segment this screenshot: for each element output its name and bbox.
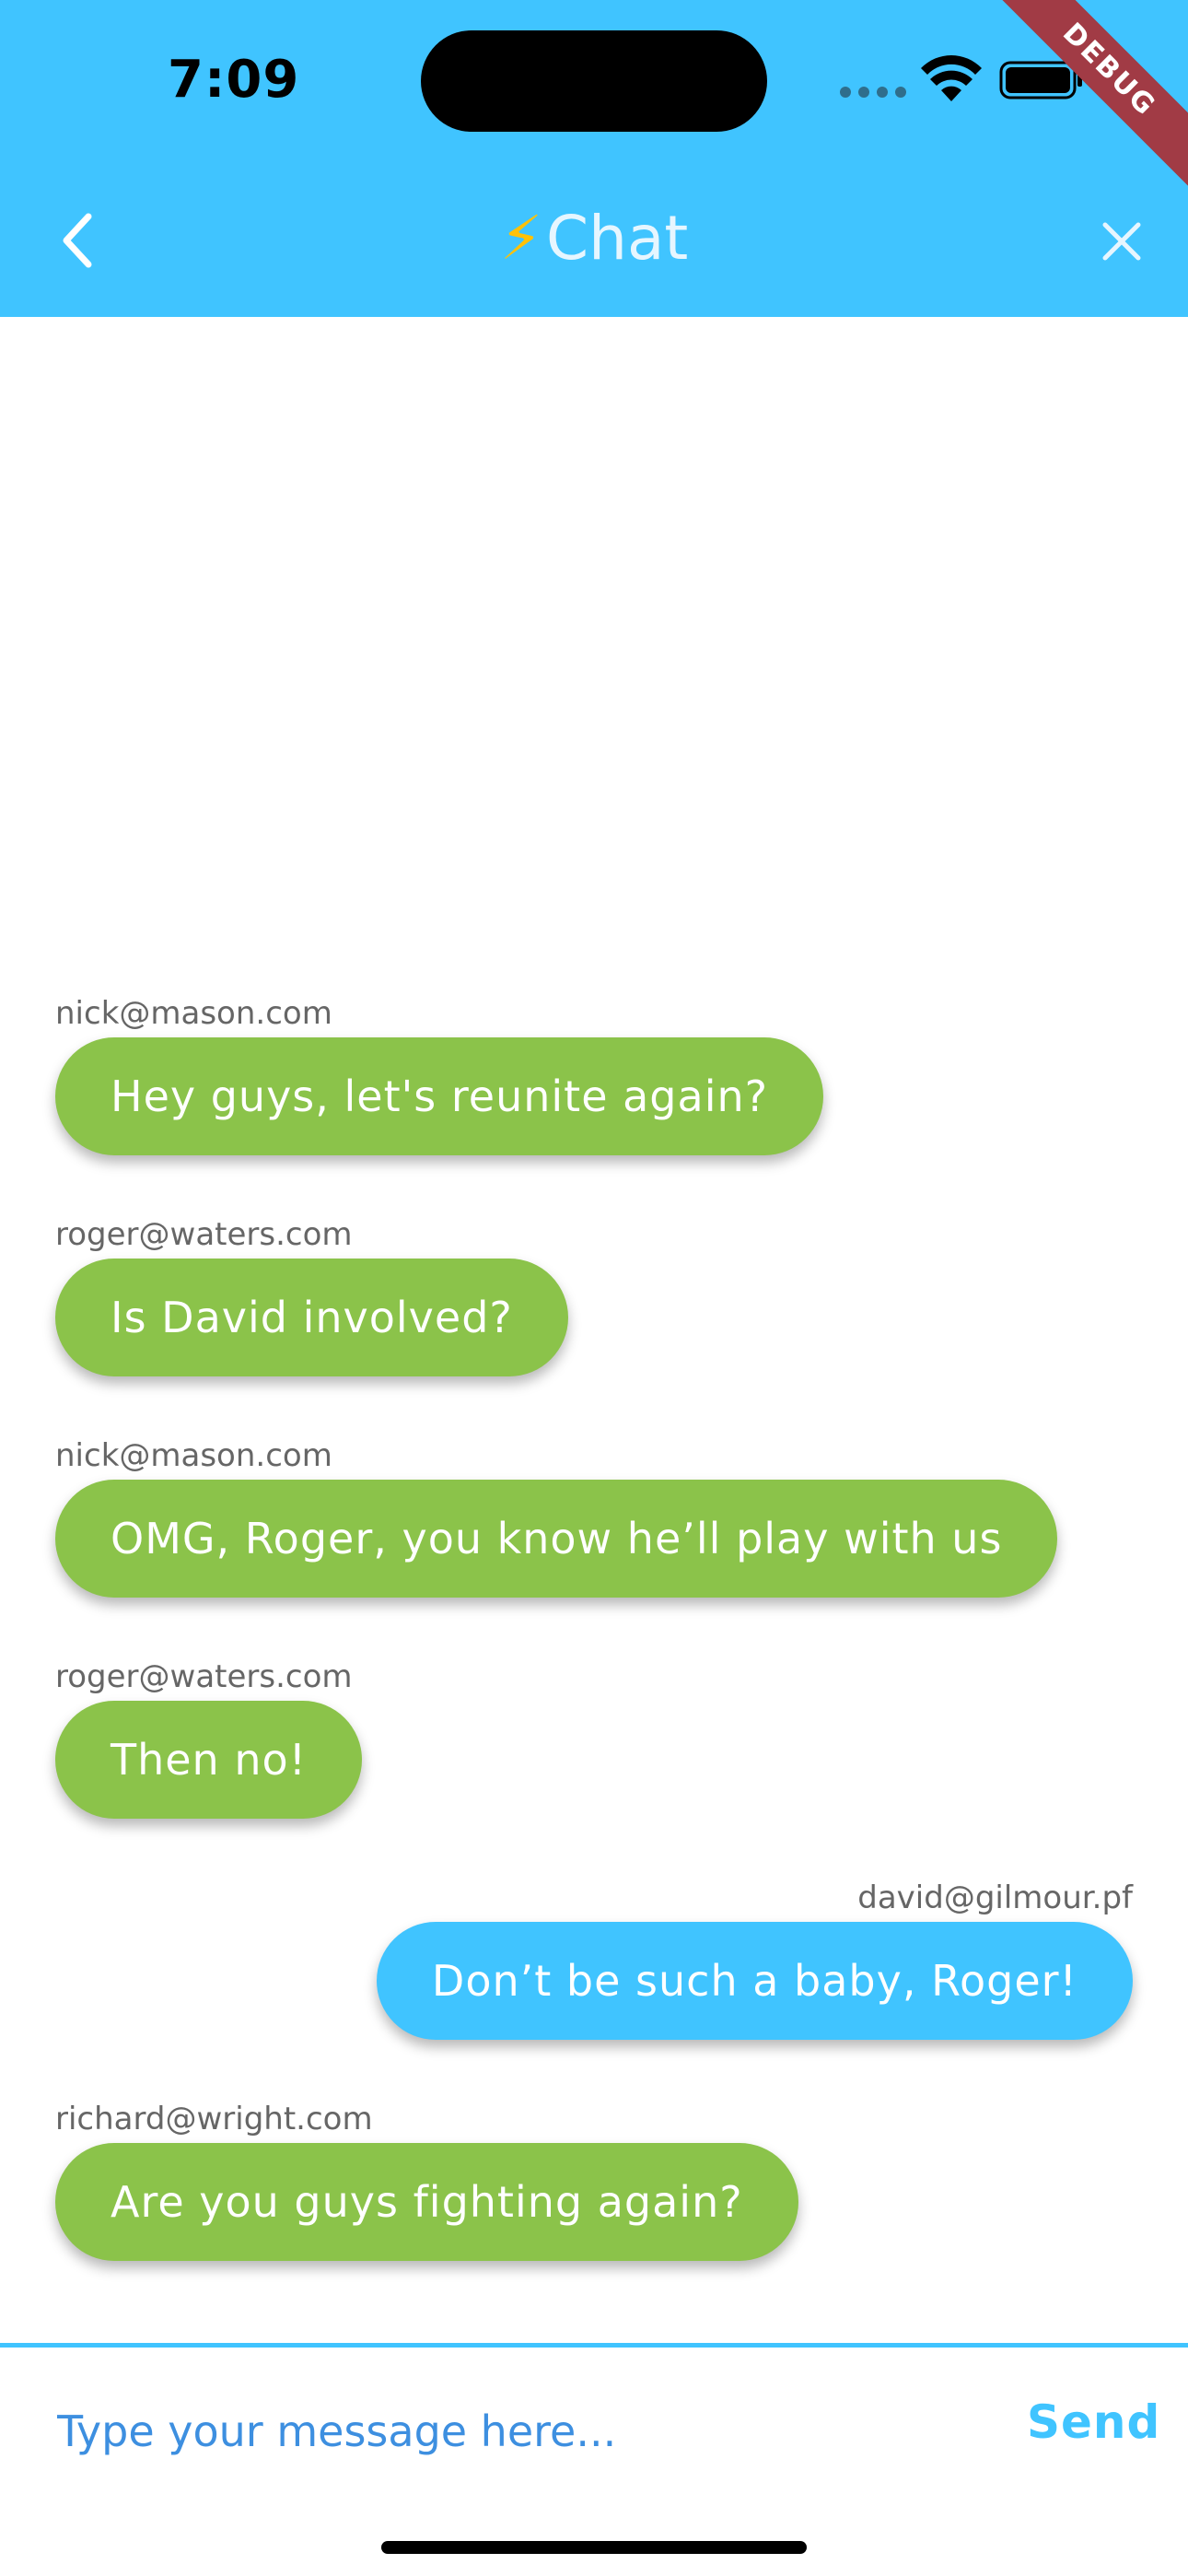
message-bubble-own: Don’t be such a baby, Roger!	[376, 1922, 1133, 2040]
message-composer: Send	[0, 2343, 1188, 2486]
send-button[interactable]: Send	[1027, 2395, 1160, 2449]
message-bubble: Hey guys, let's reunite again?	[55, 1037, 824, 1155]
lightning-icon: ⚡	[499, 203, 543, 274]
app-bar: 7:09 ⚡Chat DEBUG	[0, 0, 1188, 317]
message-list[interactable]: nick@mason.com Hey guys, let's reunite a…	[0, 317, 1188, 2344]
battery-icon	[999, 61, 1082, 100]
message-bubble: OMG, Roger, you know he’ll play with us	[55, 1480, 1058, 1598]
page-title: ⚡Chat	[0, 203, 1188, 274]
message-item-own: david@gilmour.pf Don’t be such a baby, R…	[55, 1879, 1133, 2040]
wifi-icon	[921, 55, 982, 101]
message-bubble: Then no!	[55, 1701, 363, 1819]
message-sender: richard@wright.com	[55, 2101, 373, 2137]
message-item: richard@wright.com Are you guys fighting…	[55, 2101, 1133, 2261]
status-time: 7:09	[168, 50, 300, 110]
message-sender: david@gilmour.pf	[857, 1879, 1133, 1916]
message-bubble: Are you guys fighting again?	[55, 2143, 798, 2261]
message-sender: roger@waters.com	[55, 1216, 353, 1253]
message-sender: nick@mason.com	[55, 995, 332, 1032]
message-sender: nick@mason.com	[55, 1437, 332, 1474]
message-input[interactable]	[55, 2394, 943, 2469]
home-indicator[interactable]	[381, 2541, 807, 2554]
message-item: nick@mason.com OMG, Roger, you know he’l…	[55, 1437, 1133, 1598]
page-title-text: Chat	[546, 203, 689, 274]
debug-ribbon-label: DEBUG	[973, 0, 1188, 206]
close-icon	[1102, 222, 1141, 261]
message-item: roger@waters.com Then no!	[55, 1658, 1133, 1819]
message-item: nick@mason.com Hey guys, let's reunite a…	[55, 995, 1133, 1155]
message-item: roger@waters.com Is David involved?	[55, 1216, 1133, 1376]
message-sender: roger@waters.com	[55, 1658, 353, 1695]
message-bubble: Is David involved?	[55, 1259, 568, 1376]
dynamic-island	[421, 30, 767, 132]
close-button[interactable]	[1096, 216, 1147, 267]
cellular-signal-icon	[840, 87, 906, 100]
